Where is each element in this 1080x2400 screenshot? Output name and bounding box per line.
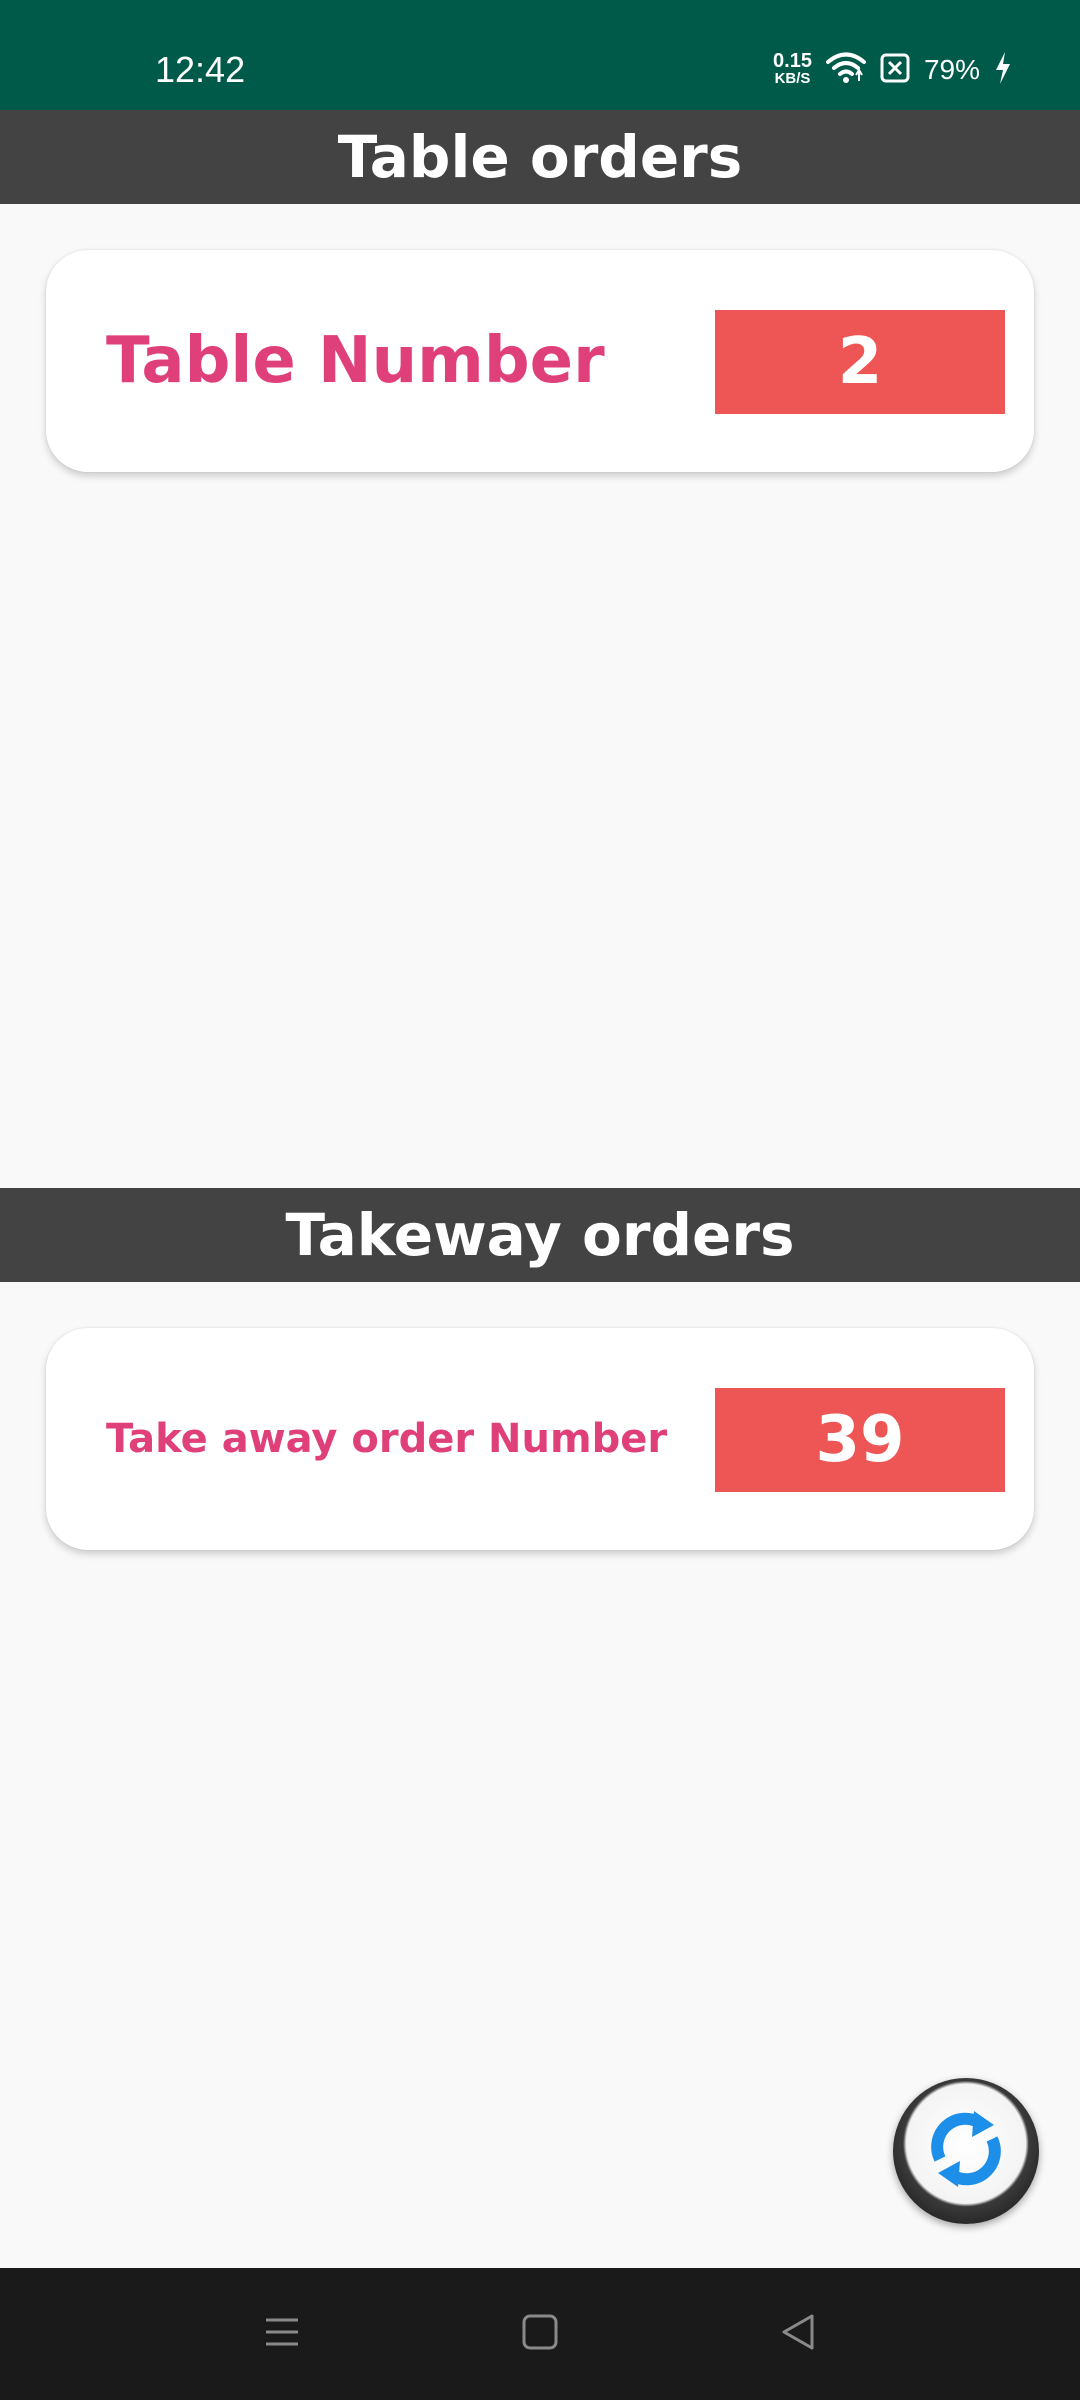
status-bar: 12:42 0.15 KB/S 79% — [0, 0, 1080, 110]
takeaway-number-label: Take away order Number — [106, 1416, 668, 1462]
network-speed-unit: KB/S — [774, 70, 811, 87]
network-speed-value: 0.15 — [773, 50, 812, 72]
home-button[interactable] — [500, 2294, 580, 2374]
navigation-bar — [0, 2268, 1080, 2400]
back-icon — [778, 2312, 818, 2356]
refresh-button[interactable] — [893, 2078, 1039, 2224]
menu-button[interactable] — [242, 2294, 322, 2374]
takeaway-number-card[interactable]: Take away order Number 39 — [46, 1328, 1034, 1550]
status-icons: 0.15 KB/S 79% — [773, 46, 1012, 94]
network-speed: 0.15 KB/S — [773, 50, 812, 87]
status-time: 12:42 — [155, 49, 246, 90]
wifi-icon — [825, 51, 866, 90]
back-button[interactable] — [758, 2294, 838, 2374]
table-number-card[interactable]: Table Number 2 — [46, 250, 1034, 472]
takeaway-orders-header: Takeway orders — [0, 1188, 1080, 1282]
battery-percent: 79% — [923, 54, 980, 85]
home-icon — [520, 2312, 560, 2356]
table-number-label: Table Number — [106, 324, 605, 398]
table-number-value: 2 — [715, 310, 1005, 414]
menu-icon — [262, 2312, 302, 2356]
no-sim-icon — [880, 53, 910, 88]
takeaway-number-value: 39 — [715, 1388, 1005, 1492]
table-orders-header: Table orders — [0, 110, 1080, 204]
charging-icon — [994, 51, 1012, 90]
refresh-icon — [918, 2101, 1014, 2201]
